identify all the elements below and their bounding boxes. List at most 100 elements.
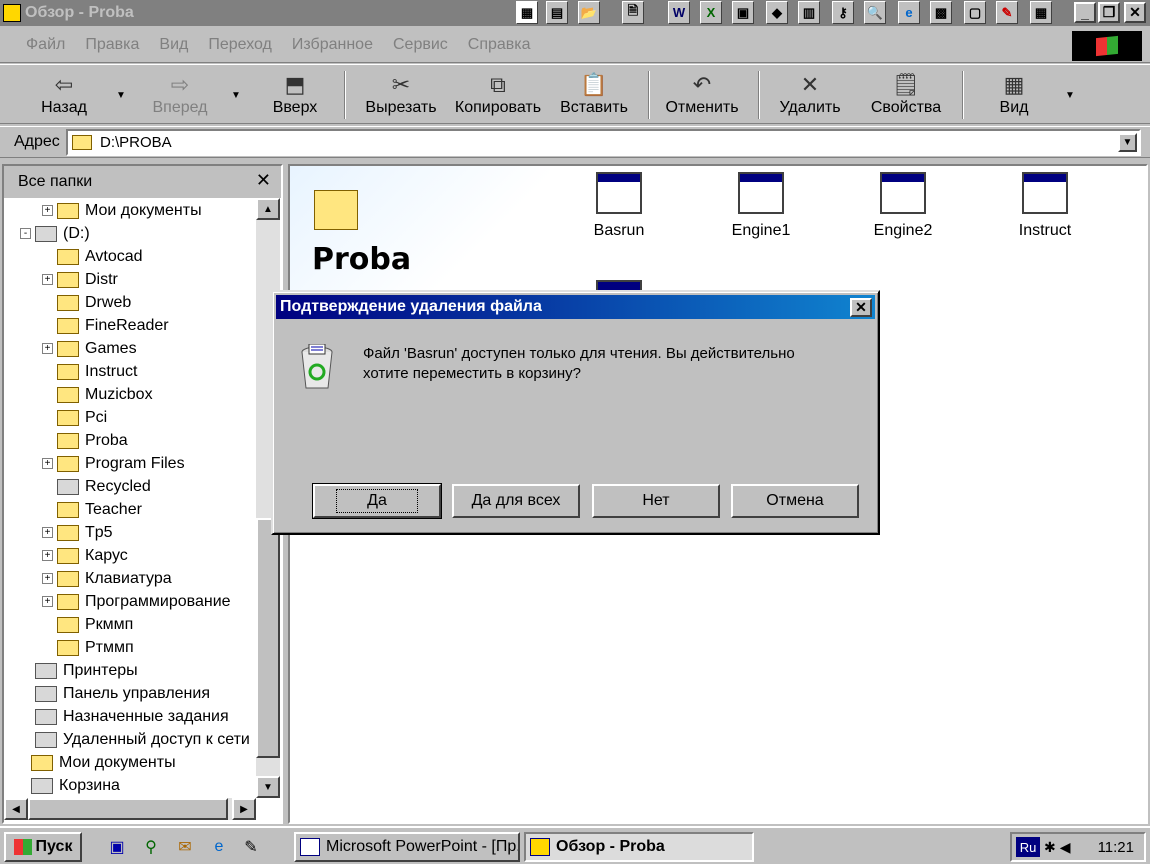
task-explorer[interactable]: Обзор - Proba (524, 832, 754, 862)
tree-expander[interactable]: + (42, 596, 53, 607)
tree-item[interactable]: + Tp5 (4, 521, 259, 544)
tree-expander[interactable]: + (42, 343, 53, 354)
up-button[interactable]: ⬒ Вверх (270, 69, 320, 121)
find-icon[interactable]: 🔍 (864, 1, 886, 24)
tree-item[interactable]: Instruct (4, 360, 259, 383)
tree-item[interactable]: FineReader (4, 314, 259, 337)
tree-item[interactable]: Drweb (4, 291, 259, 314)
tree-expander[interactable]: - (20, 228, 31, 239)
display-icon[interactable]: ▢ (964, 1, 986, 24)
tree-item[interactable]: Muzicbox (4, 383, 259, 406)
tree-item[interactable]: + Программирование (4, 590, 259, 613)
file-window-icon[interactable] (738, 172, 784, 214)
hscroll-thumb[interactable] (28, 798, 228, 820)
tree-item[interactable]: Мои документы (4, 751, 259, 774)
file-window-icon[interactable] (880, 172, 926, 214)
tree-item[interactable]: Корзина (4, 774, 259, 797)
tree-item[interactable]: Панель управления (4, 682, 259, 705)
tree-item[interactable]: + Мои документы (4, 199, 259, 222)
cancel-button[interactable]: Отмена (731, 484, 859, 518)
file-window-icon[interactable] (1022, 172, 1068, 214)
key-icon[interactable]: ⚷ (832, 1, 854, 24)
menu-edit[interactable]: Правка (85, 36, 139, 54)
properties-button[interactable]: 🗒 Свойства (868, 69, 944, 121)
tree-item[interactable]: Ркммп (4, 613, 259, 636)
tree-item[interactable]: Удаленный доступ к сети (4, 728, 259, 751)
yes-to-all-button[interactable]: Да для всех (452, 484, 580, 518)
file-label[interactable]: Basrun (569, 222, 669, 240)
scroll-up-button[interactable]: ▲ (256, 198, 280, 220)
tree-item[interactable]: Avtocad (4, 245, 259, 268)
office-shortcut-icon[interactable]: ▦ (516, 1, 538, 24)
tree-item[interactable]: - (D:) (4, 222, 259, 245)
tree-item[interactable]: + Games (4, 337, 259, 360)
menu-favorites[interactable]: Избранное (292, 36, 373, 54)
scroll-right-button[interactable]: ▶ (232, 798, 256, 820)
address-field[interactable]: D:\PROBA ▼ (66, 129, 1141, 156)
tree-expander[interactable]: + (42, 274, 53, 285)
file-label[interactable]: Engine1 (711, 222, 811, 240)
network-icon[interactable]: ✱ (1044, 839, 1056, 856)
pane-close-icon[interactable]: ✕ (256, 170, 271, 191)
quicklaunch-mail-icon[interactable]: ✉ (174, 836, 196, 858)
back-dropdown[interactable]: ▼ (116, 90, 126, 101)
tree-expander[interactable]: + (42, 205, 53, 216)
tree-item[interactable]: Recycled (4, 475, 259, 498)
language-indicator[interactable]: Ru (1016, 837, 1040, 857)
quicklaunch-network-icon[interactable]: ⚲ (140, 836, 162, 858)
maximize-button[interactable]: ❐ (1098, 2, 1120, 23)
tree-item[interactable]: + Distr (4, 268, 259, 291)
undo-button[interactable]: ↶ Отменить (664, 69, 740, 121)
binder-icon[interactable]: ▥ (798, 1, 820, 24)
game-icon[interactable]: ▦ (1030, 1, 1052, 24)
quicklaunch-notepad-icon[interactable]: ✎ (240, 836, 262, 858)
paste-button[interactable]: 📋 Вставить (558, 69, 630, 121)
tree-expander[interactable]: + (42, 550, 53, 561)
tree-item[interactable]: Proba (4, 429, 259, 452)
delete-button[interactable]: ✕ Удалить (776, 69, 844, 121)
yes-button[interactable]: Да (312, 483, 442, 519)
tree-item[interactable]: Принтеры (4, 659, 259, 682)
tree-expander[interactable]: + (42, 458, 53, 469)
menu-tools[interactable]: Сервис (393, 36, 448, 54)
tree-expander[interactable]: + (42, 527, 53, 538)
new-doc-icon[interactable]: 🗎 (622, 1, 644, 24)
tree-item[interactable]: Назначенные задания (4, 705, 259, 728)
paint-icon[interactable]: ✎ (996, 1, 1018, 24)
scroll-left-button[interactable]: ◀ (4, 798, 28, 820)
excel-icon[interactable]: X (700, 1, 722, 24)
tree-item[interactable]: + Клавиатура (4, 567, 259, 590)
no-button[interactable]: Нет (592, 484, 720, 518)
address-dropdown-button[interactable]: ▼ (1118, 133, 1137, 152)
horizontal-scrollbar[interactable]: ◀ ▶ (4, 798, 256, 820)
tree-item[interactable]: Pci (4, 406, 259, 429)
forward-button[interactable]: ⇨ Вперед (150, 69, 210, 121)
file-label[interactable]: Instruct (995, 222, 1095, 240)
cut-button[interactable]: ✂ Вырезать (362, 69, 440, 121)
scroll-down-button[interactable]: ▼ (256, 776, 280, 798)
close-button[interactable]: ✕ (1124, 2, 1146, 23)
copy-button[interactable]: ⧉ Копировать (452, 69, 544, 121)
view-button[interactable]: ▦ Вид (994, 69, 1034, 121)
access-icon[interactable]: ◆ (766, 1, 788, 24)
dialog-close-button[interactable]: ✕ (850, 298, 872, 317)
open-folder-icon[interactable]: 📂 (578, 1, 600, 24)
task-powerpoint[interactable]: Microsoft PowerPoint - [Пр... (294, 832, 520, 862)
menu-help[interactable]: Справка (468, 36, 531, 54)
forward-dropdown[interactable]: ▼ (231, 90, 241, 101)
menu-file[interactable]: Файл (26, 36, 65, 54)
ie-icon[interactable]: e (898, 1, 920, 24)
control-panel-icon[interactable]: ▩ (930, 1, 952, 24)
tree-item[interactable]: + Карус (4, 544, 259, 567)
back-button[interactable]: ⇦ Назад (38, 69, 90, 121)
quicklaunch-desktop-icon[interactable]: ▣ (106, 836, 128, 858)
file-window-icon[interactable] (596, 172, 642, 214)
view-dropdown[interactable]: ▼ (1065, 90, 1075, 101)
tree-expander[interactable]: + (42, 573, 53, 584)
tree-item[interactable]: Ртммп (4, 636, 259, 659)
word-icon[interactable]: W (668, 1, 690, 24)
menu-go[interactable]: Переход (208, 36, 272, 54)
menu-view[interactable]: Вид (159, 36, 188, 54)
powerpoint-icon[interactable]: ▣ (732, 1, 754, 24)
scroll-thumb[interactable] (256, 518, 280, 758)
